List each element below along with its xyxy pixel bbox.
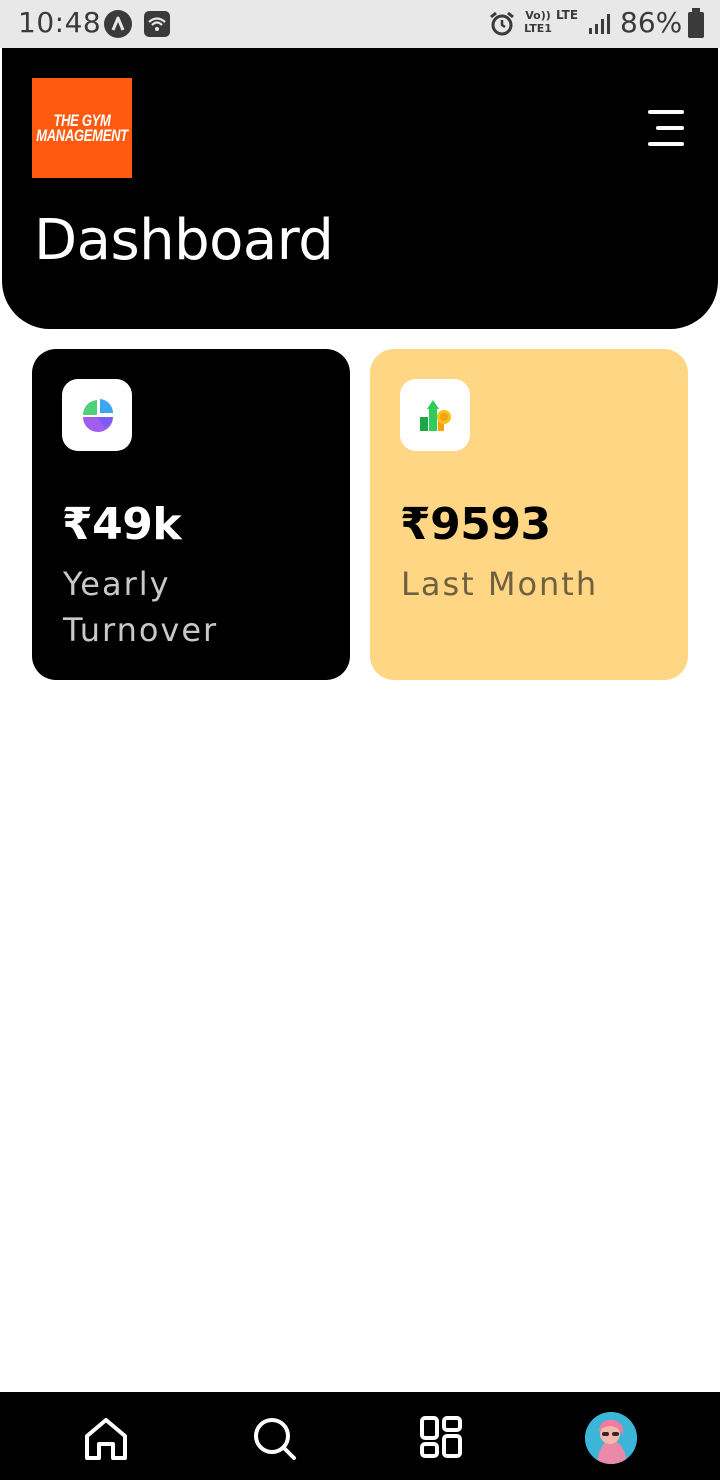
page-title: Dashboard <box>34 208 334 273</box>
last-month-value: ₹9593 <box>400 499 551 550</box>
last-month-label: Last Month <box>401 565 599 603</box>
growth-chart-icon <box>400 379 470 451</box>
hamburger-menu-icon[interactable] <box>642 106 686 150</box>
yearly-turnover-value: ₹49k <box>62 499 182 550</box>
app-a-icon <box>104 10 132 38</box>
bottom-navigation <box>0 1392 720 1480</box>
grid-icon[interactable] <box>414 1410 470 1466</box>
volte-indicator: Vo)) LTE1 <box>524 9 552 35</box>
lte-indicator: LTE <box>556 8 579 22</box>
logo-line-2: MANAGEMENT <box>36 126 128 145</box>
home-icon[interactable] <box>77 1410 133 1466</box>
status-bar: 10:48 Vo)) LTE1 LTE 86% <box>0 0 720 48</box>
alarm-icon <box>488 10 516 42</box>
dashboard-header: THE GYM MANAGEMENT Dashboard <box>2 48 718 329</box>
yearly-turnover-card[interactable]: ₹49k Yearly Turnover <box>32 349 350 680</box>
profile-avatar[interactable] <box>585 1412 637 1464</box>
battery-percent: 86% <box>620 6 683 39</box>
search-icon[interactable] <box>246 1410 302 1466</box>
status-time: 10:48 <box>18 6 102 39</box>
last-month-card[interactable]: ₹9593 Last Month <box>370 349 688 680</box>
signal-icon <box>588 12 614 40</box>
battery-icon <box>688 8 704 38</box>
pie-chart-icon <box>62 379 132 451</box>
yearly-turnover-label: Yearly Turnover <box>63 565 219 649</box>
wifi-icon <box>144 11 170 37</box>
gym-logo: THE GYM MANAGEMENT <box>32 78 132 178</box>
